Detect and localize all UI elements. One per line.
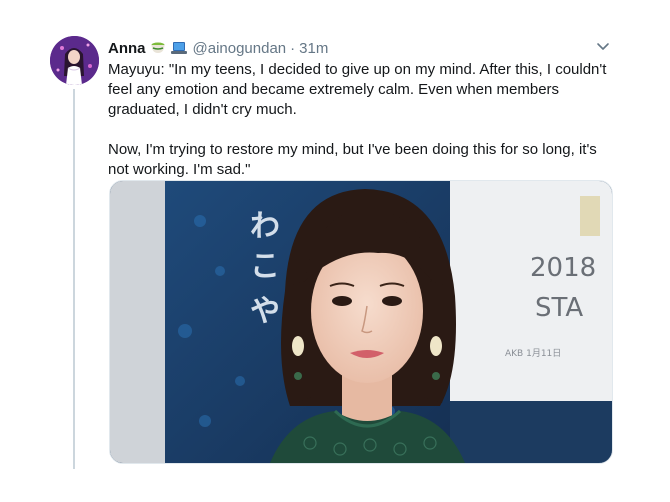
svg-text:わ: わ <box>250 209 280 244</box>
tweet-timestamp[interactable]: 31m <box>299 40 328 57</box>
tweet-paragraph: Mayuyu: "In my teens, I decided to give … <box>108 61 607 118</box>
backdrop-small: AKB 1月11日 <box>505 348 561 359</box>
separator-dot: · <box>290 39 296 57</box>
thread-line <box>73 89 75 469</box>
tweet-header: Anna @ainogundan · 31m <box>108 38 618 58</box>
svg-text:こ: こ <box>250 249 280 284</box>
tweet-photo[interactable]: わ こ や 2018 STA AKB 1月11日 <box>109 180 613 464</box>
user-handle[interactable]: @ainogundan <box>193 40 287 57</box>
backdrop-year: 2018 <box>530 253 596 283</box>
tweet-text: Mayuyu: "In my teens, I decided to give … <box>108 60 613 180</box>
matcha-cup-icon <box>150 40 166 56</box>
photo-portrait: わ こ や 2018 STA AKB 1月11日 <box>110 181 612 463</box>
avatar-illustration <box>50 36 99 85</box>
backdrop-word: STA <box>535 293 583 323</box>
svg-text:や: や <box>250 294 280 329</box>
chevron-down-icon[interactable] <box>595 38 611 54</box>
tweet[interactable]: Anna @ainogundan · 31m Mayuyu: "In my te… <box>0 0 670 502</box>
display-name[interactable]: Anna <box>108 40 146 57</box>
avatar[interactable] <box>50 36 99 85</box>
laptop-icon <box>170 41 188 55</box>
tweet-paragraph: Now, I'm trying to restore my mind, but … <box>108 141 597 178</box>
